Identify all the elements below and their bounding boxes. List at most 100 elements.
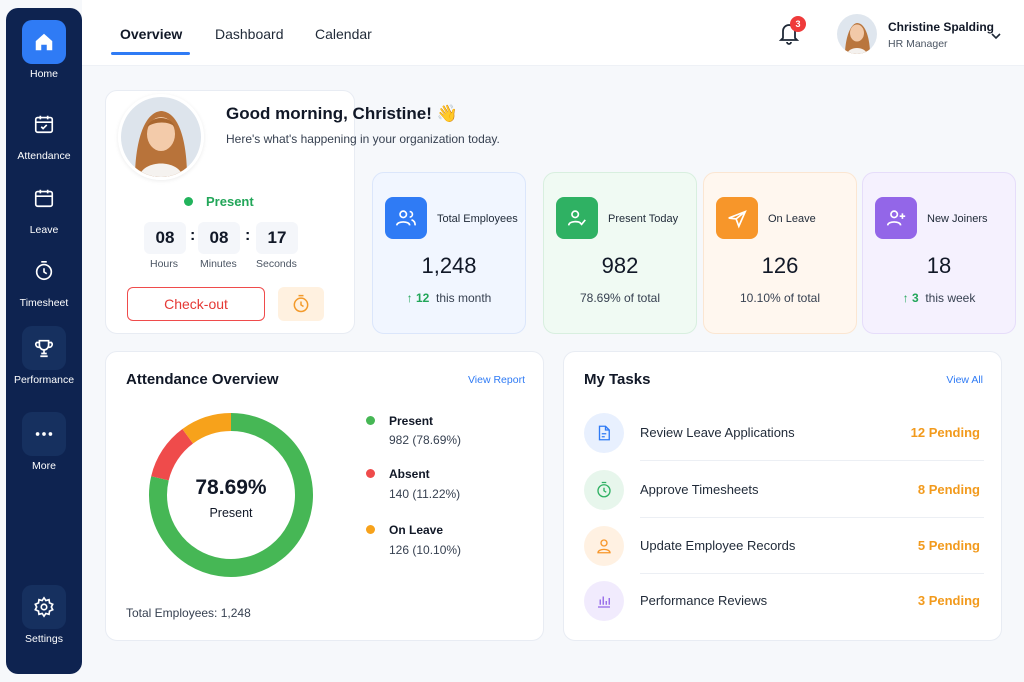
active-tab-indicator: [111, 52, 190, 55]
panel-title: Attendance Overview: [126, 371, 279, 388]
trend-up: ↑ 12: [406, 291, 430, 305]
checkout-button[interactable]: Check-out: [127, 287, 265, 321]
user-icon: [584, 526, 624, 566]
sidebar: Home Attendance Leave Timesheet Performa…: [6, 8, 82, 674]
stat-label: New Joiners: [927, 213, 988, 225]
stat-value: 1,248: [421, 253, 477, 278]
legend-present-value: 982 (78.69%): [389, 433, 462, 447]
stat-subtext: ↑ 12 this month: [373, 291, 525, 305]
stat-sub-label: this week: [925, 291, 976, 305]
stat-card-on-leave[interactable]: On Leave 126 10.10% of total: [703, 172, 857, 334]
task-name: Performance Reviews: [640, 593, 768, 608]
hours-label: Hours: [150, 258, 179, 270]
stopwatch-icon: [584, 470, 624, 510]
sidebar-item-label: Timesheet: [19, 297, 69, 309]
legend-on-leave-name: On Leave: [389, 523, 444, 537]
sidebar-item-attendance[interactable]: Attendance: [6, 102, 82, 162]
plane-icon: [716, 197, 758, 239]
gear-icon: [22, 585, 66, 629]
bar-chart-icon: [584, 581, 624, 621]
sidebar-item-label: Attendance: [17, 150, 71, 162]
stat-value: 18: [926, 253, 952, 278]
seconds-value: 17: [256, 222, 298, 254]
stat-subtext: ↑ 3 this week: [863, 291, 1015, 305]
legend-dot-on-leave: [366, 525, 375, 534]
user-plus-icon: [875, 197, 917, 239]
status-badge: Present: [206, 194, 254, 209]
top-bar: Overview Dashboard Calendar 3 Christine …: [82, 0, 1024, 66]
task-pending-count: 5 Pending: [917, 538, 980, 553]
donut-slice-absent: [151, 428, 194, 481]
users-icon: [385, 197, 427, 239]
panel-title: My Tasks: [584, 371, 651, 388]
seconds-label: Seconds: [256, 258, 297, 270]
sidebar-item-label: Settings: [25, 633, 63, 645]
stat-card-present-today[interactable]: Present Today 982 78.69% of total: [543, 172, 697, 334]
task-name: Update Employee Records: [640, 538, 796, 553]
view-report-link[interactable]: View Report: [468, 374, 525, 386]
attendance-overview-panel: Attendance Overview View Report 78.69% P…: [105, 351, 544, 641]
chevron-down-icon[interactable]: [990, 28, 1002, 40]
sidebar-item-label: More: [32, 460, 56, 472]
greeting-heading: Good morning, Christine! 👋: [226, 104, 458, 123]
stopwatch-icon: [22, 249, 66, 293]
calendar-check-icon: [22, 102, 66, 146]
user-check-icon: [556, 197, 598, 239]
user-name: Christine Spalding: [888, 20, 995, 34]
view-all-link[interactable]: View All: [946, 374, 983, 386]
user-role: HR Manager: [888, 38, 948, 50]
more-dots-icon: [22, 412, 66, 456]
stat-card-new-joiners[interactable]: New Joiners 18 ↑ 3 this week: [862, 172, 1016, 334]
trophy-icon: [22, 326, 66, 370]
legend-dot-absent: [366, 469, 375, 478]
task-item[interactable]: Update Employee Records 5 Pending: [582, 518, 984, 574]
stat-subtext: 78.69% of total: [579, 291, 661, 305]
sidebar-item-home[interactable]: Home: [6, 20, 82, 80]
total-employees-note: Total Employees: 1,248: [126, 606, 251, 620]
sidebar-item-settings[interactable]: Settings: [6, 585, 82, 645]
minutes-value: 08: [198, 222, 240, 254]
sidebar-item-label: Performance: [13, 374, 75, 386]
task-item[interactable]: Review Leave Applications 12 Pending: [582, 405, 984, 461]
status-dot: [184, 197, 193, 206]
stat-label: Total Employees: [437, 213, 518, 225]
trend-up: ↑ 3: [902, 291, 919, 305]
sidebar-item-more[interactable]: More: [6, 412, 82, 472]
hours-value: 08: [144, 222, 186, 254]
calendar-icon: [22, 176, 66, 220]
timer-button[interactable]: [278, 287, 324, 321]
stat-value: 126: [761, 253, 799, 278]
donut-center-label: Present: [209, 506, 253, 520]
tab-overview[interactable]: Overview: [120, 26, 182, 42]
legend-present-name: Present: [389, 414, 434, 428]
stat-label: On Leave: [768, 213, 816, 225]
avatar[interactable]: [837, 14, 877, 54]
legend-dot-present: [366, 416, 375, 425]
my-tasks-panel: My Tasks View All Review Leave Applicati…: [563, 351, 1002, 641]
sidebar-item-performance[interactable]: Performance: [6, 326, 82, 386]
task-item[interactable]: Performance Reviews 3 Pending: [582, 573, 984, 629]
task-item[interactable]: Approve Timesheets 8 Pending: [582, 462, 984, 518]
donut-slice-on-leave: [182, 413, 232, 444]
legend-absent-name: Absent: [389, 467, 430, 481]
legend-absent-value: 140 (11.22%): [389, 487, 461, 501]
sidebar-item-label: Leave: [29, 224, 59, 236]
time-separator: :: [190, 227, 196, 244]
task-pending-count: 12 Pending: [910, 425, 980, 440]
donut-center-value: 78.69%: [195, 476, 267, 499]
minutes-label: Minutes: [200, 258, 237, 270]
tab-calendar[interactable]: Calendar: [315, 26, 372, 42]
tab-dashboard[interactable]: Dashboard: [215, 26, 284, 42]
task-name: Review Leave Applications: [640, 425, 795, 440]
task-pending-count: 8 Pending: [917, 482, 980, 497]
task-pending-count: 3 Pending: [917, 593, 980, 608]
notification-badge: 3: [790, 16, 806, 32]
sidebar-item-timesheet[interactable]: Timesheet: [6, 249, 82, 309]
home-icon: [22, 20, 66, 64]
sidebar-item-leave[interactable]: Leave: [6, 176, 82, 236]
document-icon: [584, 413, 624, 453]
legend-on-leave-value: 126 (10.10%): [389, 543, 462, 557]
stat-subtext: 10.10% of total: [739, 291, 821, 305]
stat-card-total-employees[interactable]: Total Employees 1,248 ↑ 12 this month: [372, 172, 526, 334]
sidebar-item-label: Home: [29, 68, 58, 80]
